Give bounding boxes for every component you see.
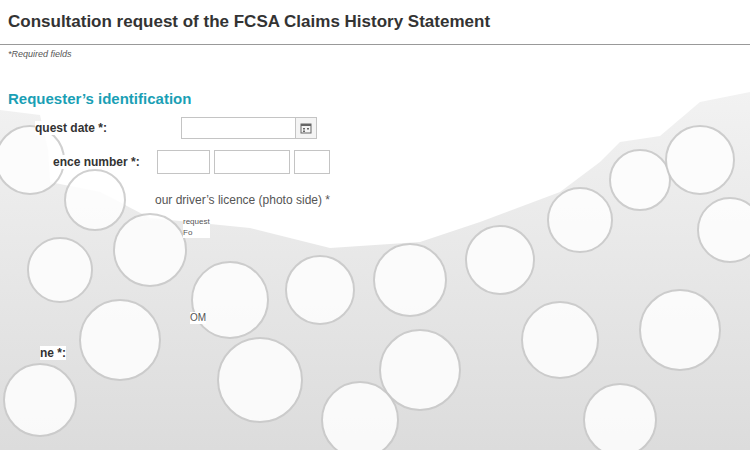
licence-part-field[interactable] xyxy=(294,150,330,174)
licence-part-field[interactable] xyxy=(157,150,210,174)
page-title: Consultation request of the FCSA Claims … xyxy=(8,10,742,34)
page-header: Consultation request of the FCSA Claims … xyxy=(0,0,750,45)
section-title: Requester’s identification xyxy=(0,90,750,108)
calendar-button[interactable] xyxy=(295,118,316,138)
licence-row: ence number *: xyxy=(0,150,750,174)
last-row: ne *: xyxy=(0,346,750,360)
fragment-group: requestFo xyxy=(183,216,210,238)
date-label: quest date *: xyxy=(35,121,181,135)
date-input[interactable] xyxy=(181,117,317,139)
last-label: ne *: xyxy=(40,346,66,360)
required-note: *Required fields xyxy=(0,45,750,60)
fragment-text: request xyxy=(183,216,210,227)
date-text-field[interactable] xyxy=(182,118,295,138)
upload-label: our driver’s licence (photo side) * xyxy=(155,192,330,208)
form-page: Consultation request of the FCSA Claims … xyxy=(0,0,750,450)
licence-part-field[interactable] xyxy=(214,150,290,174)
date-row: quest date *: xyxy=(0,117,750,139)
fragment-low-text: OM xyxy=(190,312,206,324)
question-marks-image xyxy=(0,0,750,450)
fragment-text: Fo xyxy=(183,227,210,238)
licence-label: ence number *: xyxy=(53,155,153,169)
calendar-icon xyxy=(300,122,312,134)
